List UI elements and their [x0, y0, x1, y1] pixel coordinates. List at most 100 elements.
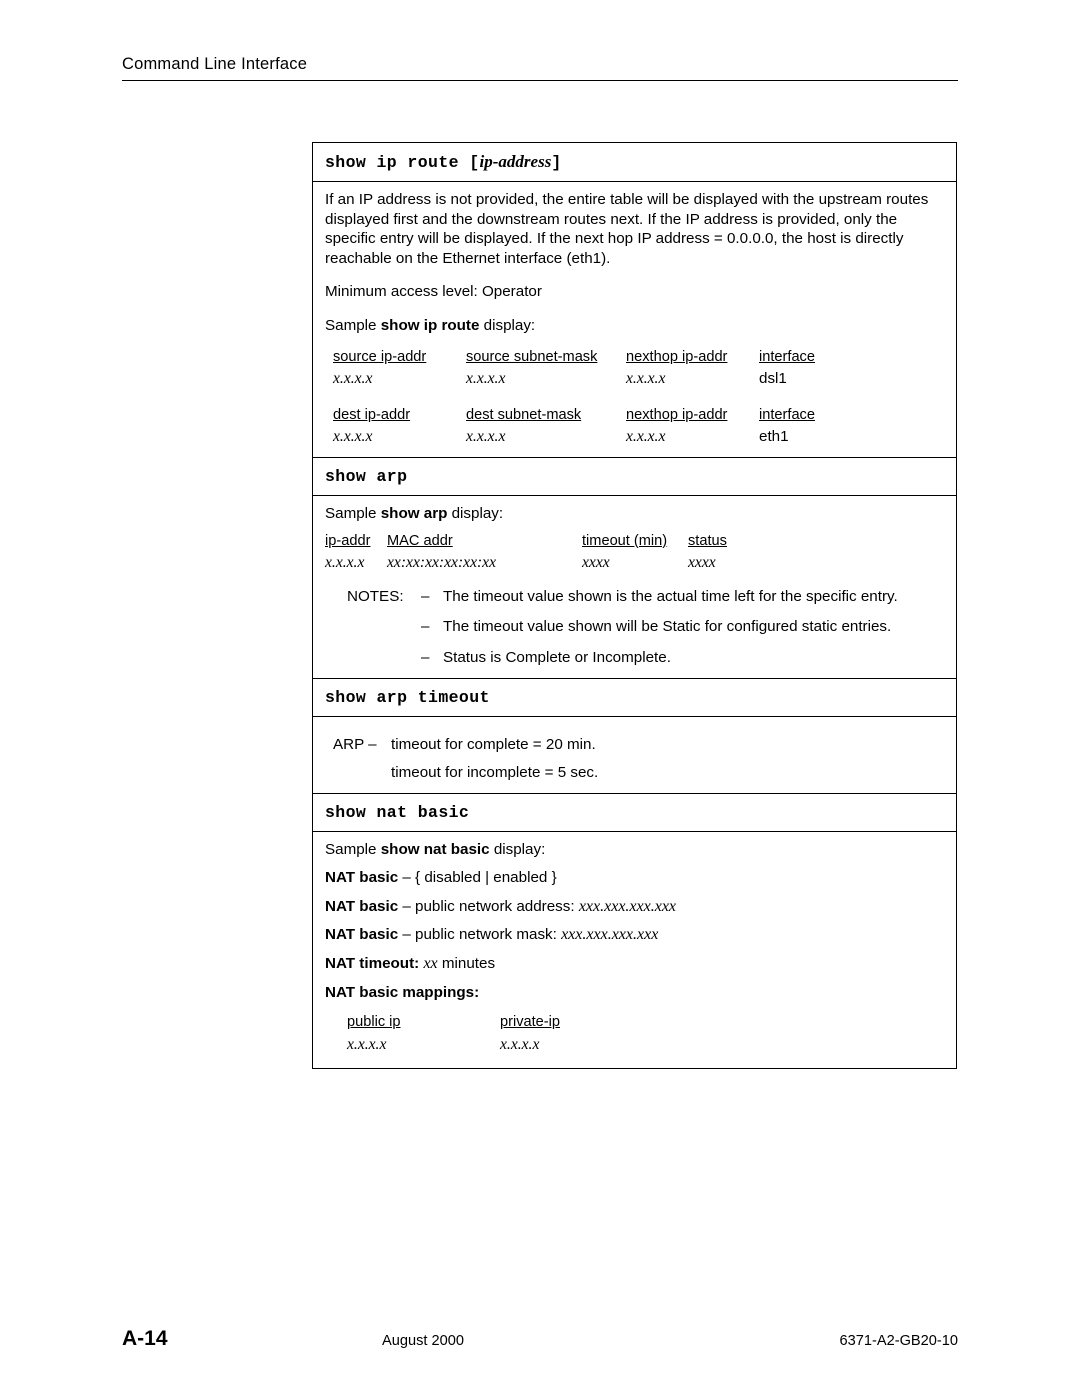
command-reference-table: show ip route [ip-address] If an IP addr… [312, 142, 957, 1070]
section-body-show-ip-route: If an IP address is not provided, the en… [313, 182, 956, 457]
nat-basic-label: NAT basic [325, 897, 399, 915]
nat-timeout-value: xx [423, 955, 438, 973]
footer-date: August 2000 [382, 1333, 464, 1349]
cell-nexthop-ip: x.x.x.x [626, 428, 666, 446]
nat-timeout-unit: minutes [437, 955, 496, 973]
access-level-paragraph: Minimum access level: Operator [325, 283, 542, 301]
sample-output-arp: ip-addr MAC addr timeout (min) status x.… [325, 532, 946, 573]
bracket-open: [ [469, 153, 480, 172]
arp-timeout-complete-text: timeout for complete = 20 min. [391, 735, 596, 753]
col-header-ip-addr: ip-addr [325, 532, 371, 549]
col-header-public-ip: public ip [347, 1014, 401, 1031]
nat-basic-state-text: – { disabled | enabled } [398, 869, 557, 887]
page-header-title: Command Line Interface [122, 55, 308, 73]
sample-label-pre: Sample [325, 504, 381, 522]
sample-label: Sample show ip route display: [325, 316, 946, 336]
arp-timeout-incomplete-text: timeout for incomplete = 5 sec. [391, 764, 599, 782]
table-header-row: ip-addr MAC addr timeout (min) status [325, 532, 946, 552]
sample-label-command: show nat basic [380, 840, 490, 858]
note-text: Status is Complete or Incomplete. [443, 648, 671, 666]
arp-timeout-incomplete: timeout for incomplete = 5 sec. [333, 763, 946, 783]
table-header-row: dest ip-addr dest subnet-mask nexthop ip… [333, 406, 946, 426]
footer-document-number: 6371-A2-GB20-10 [839, 1333, 958, 1349]
notes-label: NOTES: [347, 587, 404, 605]
nat-public-address-text: – public network address: [398, 897, 579, 915]
page-header: Command Line Interface [122, 55, 958, 81]
arp-timeout-complete: ARP – timeout for complete = 20 min. [333, 735, 946, 755]
col-header-source-ip: source ip-addr [333, 348, 427, 365]
notes-label-spacer [347, 648, 421, 668]
note-item: NOTES: – The timeout value shown is the … [347, 587, 946, 607]
col-header-source-mask: source subnet-mask [466, 348, 598, 365]
nat-public-mask-text: – public network mask: [398, 926, 562, 944]
col-header-mac-addr: MAC addr [387, 532, 453, 549]
description-paragraph: If an IP address is not provided, the en… [325, 191, 929, 267]
col-header-interface: interface [759, 348, 815, 365]
nat-basic-label: NAT basic [325, 926, 399, 944]
col-header-interface: interface [759, 406, 815, 423]
sample-label-command: show ip route [380, 316, 480, 334]
command-argument: ip-address [479, 152, 552, 171]
cell-ip-addr: x.x.x.x [325, 554, 365, 572]
col-header-nexthop-ip: nexthop ip-addr [626, 406, 728, 423]
nat-public-mask-value: xxx.xxx.xxx.xxx [561, 926, 659, 944]
note-item: – The timeout value shown will be Static… [347, 617, 946, 637]
sample-output-upstream: source ip-addr source subnet-mask nextho… [333, 348, 946, 447]
sample-label-post: display: [489, 840, 546, 858]
section-header-show-ip-route: show ip route [ip-address] [313, 143, 956, 182]
cell-public-ip: x.x.x.x [347, 1035, 387, 1053]
command-name: show arp [325, 466, 408, 486]
col-header-timeout: timeout (min) [582, 532, 668, 549]
col-header-status: status [688, 532, 727, 549]
nat-timeout-line: NAT timeout: xx minutes [325, 954, 946, 974]
table-row: x.x.x.x xx:xx:xx:xx:xx:xx xxxx xxxx [325, 553, 946, 573]
sample-label-command: show arp [380, 504, 448, 522]
arp-label: ARP – [333, 735, 377, 753]
command-name: show nat basic [325, 802, 470, 822]
header-divider [122, 80, 958, 81]
note-text: The timeout value shown will be Static f… [443, 618, 892, 636]
col-header-nexthop-ip: nexthop ip-addr [626, 348, 728, 365]
section-body-show-nat-basic: Sample show nat basic display: NAT basic… [313, 832, 956, 1069]
cell-dest-mask: x.x.x.x [466, 428, 506, 446]
page-number: A-14 [122, 1327, 168, 1350]
nat-public-address-line: NAT basic – public network address: xxx.… [325, 897, 946, 917]
sample-label-post: display: [447, 504, 504, 522]
arp-label-spacer [333, 763, 391, 783]
note-item: – Status is Complete or Incomplete. [347, 648, 946, 668]
note-dash: – [421, 587, 430, 605]
cell-private-ip: x.x.x.x [500, 1035, 540, 1053]
section-header-show-arp-timeout: show arp timeout [313, 677, 956, 717]
cell-interface: eth1 [759, 428, 789, 446]
table-header-row: source ip-addr source subnet-mask nextho… [333, 348, 946, 368]
sample-label-pre: Sample [325, 840, 381, 858]
nat-public-address-value: xxx.xxx.xxx.xxx [578, 897, 677, 915]
section-header-show-nat-basic: show nat basic [313, 792, 956, 832]
cell-timeout: xxxx [582, 554, 610, 572]
nat-basic-label: NAT basic [325, 869, 399, 887]
section-body-show-arp-timeout: ARP – timeout for complete = 20 min. tim… [313, 717, 956, 793]
table-row: x.x.x.x x.x.x.x x.x.x.x dsl1 [333, 369, 946, 389]
cell-status: xxxx [688, 554, 716, 572]
command-name: show arp timeout [325, 687, 490, 707]
cell-interface: dsl1 [759, 370, 787, 388]
nat-mappings-label: NAT basic mappings: [325, 983, 946, 1003]
sample-label: Sample show nat basic display: [325, 840, 946, 860]
col-header-dest-mask: dest subnet-mask [466, 406, 582, 423]
nat-mappings-title: NAT basic mappings: [325, 983, 480, 1001]
note-dash: – [421, 618, 430, 636]
section-header-show-arp: show arp [313, 456, 956, 496]
nat-public-mask-line: NAT basic – public network mask: xxx.xxx… [325, 925, 946, 945]
cell-nexthop-ip: x.x.x.x [626, 370, 666, 388]
sample-label-post: display: [479, 316, 536, 334]
sample-output-nat-mappings: public ip private-ip x.x.x.x x.x.x.x [347, 1013, 946, 1054]
col-header-dest-ip: dest ip-addr [333, 406, 411, 423]
table-header-row: public ip private-ip [347, 1013, 946, 1033]
section-body-show-arp: Sample show arp display: ip-addr MAC add… [313, 496, 956, 678]
cell-mac-addr: xx:xx:xx:xx:xx:xx [387, 554, 497, 572]
arp-timeout-lines: ARP – timeout for complete = 20 min. tim… [333, 735, 946, 783]
command-name: show ip route [325, 153, 459, 172]
col-header-private-ip: private-ip [500, 1014, 561, 1031]
table-row: x.x.x.x x.x.x.x x.x.x.x eth1 [333, 427, 946, 447]
